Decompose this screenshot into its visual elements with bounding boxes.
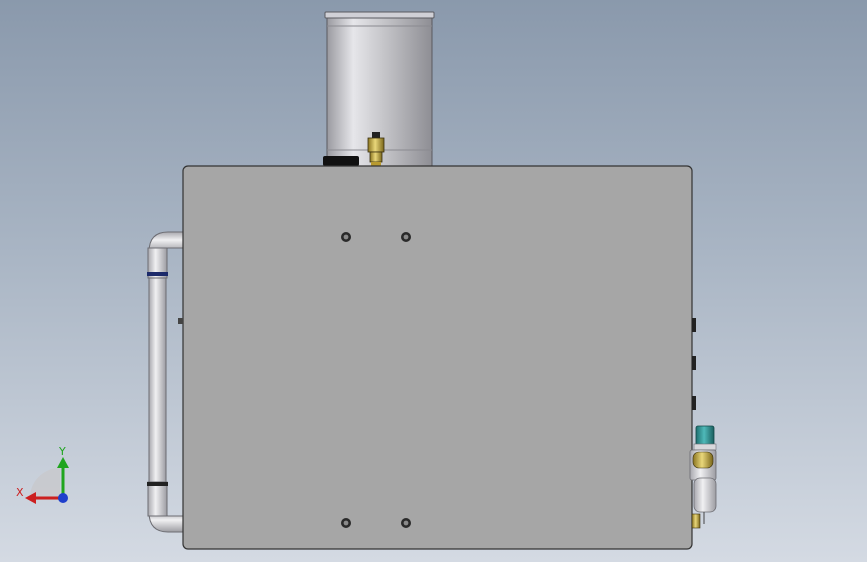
screw-icon [401,518,411,528]
model-view[interactable]: Y X [0,0,867,562]
triad-x-label: X [16,486,24,499]
screw-icon [341,232,351,242]
graphics-viewport[interactable]: Y X [0,0,867,562]
coordinate-triad-icon: Y X [16,445,69,504]
tank-base-clamp [323,156,359,166]
right-side-ports [692,318,696,410]
triad-y-label: Y [58,445,66,458]
screw-icon [341,518,351,528]
right-filter-assembly[interactable] [689,425,717,529]
left-pipe-loop[interactable] [147,231,185,533]
screw-icon [401,232,411,242]
main-housing[interactable] [178,165,693,550]
